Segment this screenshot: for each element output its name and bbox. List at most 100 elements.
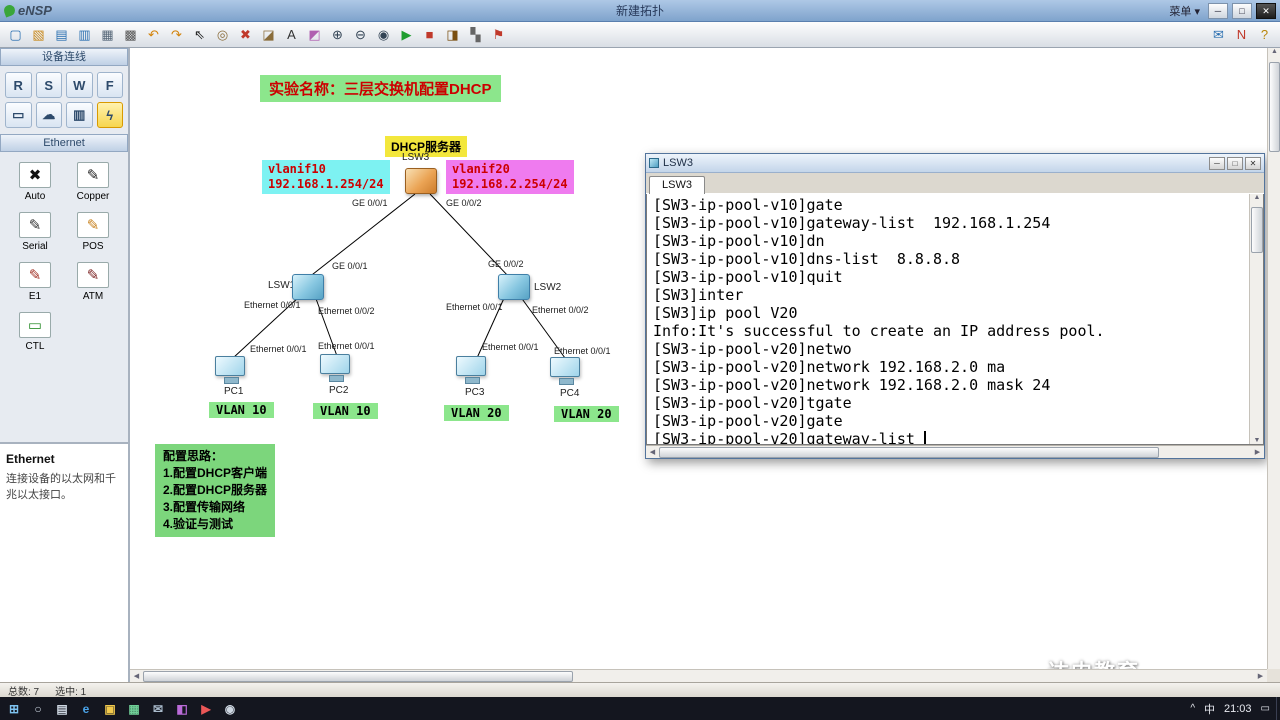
close-button[interactable]: ✕: [1256, 2, 1276, 19]
scroll-up-icon[interactable]: ▲: [1268, 48, 1280, 55]
pc3[interactable]: [456, 356, 486, 384]
save-as-icon[interactable]: ▥: [74, 24, 95, 45]
image-icon[interactable]: ◧: [170, 697, 194, 720]
pos-link[interactable]: ✎ POS: [66, 212, 120, 252]
terminal-output[interactable]: [SW3-ip-pool-v10]gate [SW3-ip-pool-v10]ga…: [646, 194, 1264, 445]
e1-link[interactable]: ✎ E1: [8, 262, 62, 302]
zoom-reset-icon[interactable]: ◉: [373, 24, 394, 45]
scrollbar-thumb[interactable]: [1269, 62, 1280, 152]
canvas-vertical-scrollbar[interactable]: ▲: [1267, 48, 1280, 669]
notification-icon[interactable]: ▭: [1261, 703, 1270, 714]
show-desktop-button[interactable]: [1276, 697, 1280, 720]
link-type-label: E1: [28, 291, 42, 302]
stop-device-icon[interactable]: ■: [419, 24, 440, 45]
pc2[interactable]: [320, 354, 350, 382]
settings-icon[interactable]: ◉: [218, 697, 242, 720]
terminal-close-button[interactable]: ✕: [1245, 156, 1261, 170]
terminal-category[interactable]: ▭: [5, 102, 32, 128]
vlan-label: VLAN 20: [554, 406, 619, 422]
maximize-button[interactable]: □: [1232, 2, 1252, 19]
scroll-right-icon[interactable]: ▶: [1254, 672, 1267, 680]
terminal-line: [SW3-ip-pool-v20]gateway-list: [653, 430, 924, 445]
store-icon[interactable]: ▦: [122, 697, 146, 720]
select-tool-icon[interactable]: ⇖: [189, 24, 210, 45]
wlan-category[interactable]: W: [66, 72, 93, 98]
clock[interactable]: 21:03: [1224, 703, 1252, 715]
save-topology-icon[interactable]: ▤: [51, 24, 72, 45]
terminal-minimize-button[interactable]: ─: [1209, 156, 1225, 170]
terminal-window-lsw3[interactable]: LSW3 ─ □ ✕ LSW3 [SW3-ip-pool-v10]gate [SW…: [645, 153, 1265, 459]
terminal-titlebar[interactable]: LSW3 ─ □ ✕: [646, 154, 1264, 173]
undo-icon[interactable]: ↶: [143, 24, 164, 45]
switch-category[interactable]: S: [35, 72, 62, 98]
help-icon[interactable]: ?: [1254, 24, 1275, 45]
device-connections-category[interactable]: ϟ: [96, 102, 123, 128]
scroll-left-icon[interactable]: ◀: [646, 448, 659, 456]
scroll-right-icon[interactable]: ▶: [1251, 448, 1264, 456]
serial-link[interactable]: ✎ Serial: [8, 212, 62, 252]
firewall-category[interactable]: F: [96, 72, 123, 98]
scrollbar-thumb[interactable]: [143, 670, 573, 682]
tray-expand-icon[interactable]: ^: [1190, 703, 1195, 714]
redo-icon[interactable]: ↷: [166, 24, 187, 45]
terminal-vertical-scrollbar[interactable]: ▲ ▼: [1249, 194, 1263, 444]
eraser-icon[interactable]: ◪: [258, 24, 279, 45]
terminal-line: [SW3-ip-pool-v20]gate: [653, 412, 843, 430]
language-indicator[interactable]: 中: [1204, 701, 1215, 717]
grid-icon[interactable]: ▚: [465, 24, 486, 45]
print-icon[interactable]: ▩: [120, 24, 141, 45]
task-view-icon[interactable]: ▤: [50, 697, 74, 720]
mail-icon[interactable]: ✉: [146, 697, 170, 720]
explorer-icon[interactable]: ▣: [98, 697, 122, 720]
vlan-label: VLAN 10: [313, 403, 378, 419]
hub-category[interactable]: ▥: [66, 102, 93, 128]
terminal-tab-lsw3[interactable]: LSW3: [649, 176, 705, 194]
terminal-title: LSW3: [663, 157, 693, 169]
router-category[interactable]: R: [5, 72, 32, 98]
news-icon[interactable]: N: [1231, 24, 1252, 45]
info-title: Ethernet: [6, 452, 55, 466]
zoom-in-icon[interactable]: ⊕: [327, 24, 348, 45]
category-icon: S: [44, 77, 54, 93]
ctl-link[interactable]: ▭ CTL: [8, 312, 62, 352]
copper-link[interactable]: ✎ Copper: [66, 162, 120, 202]
start-button[interactable]: ⊞: [2, 697, 26, 720]
switch-lsw1[interactable]: [292, 274, 324, 300]
flag-icon[interactable]: ⚑: [488, 24, 509, 45]
pc4[interactable]: [550, 357, 580, 385]
window-titlebar[interactable]: eNSP 新建拓扑 菜单 ▾ ─ □ ✕: [0, 0, 1280, 22]
main-area: 设备连线 R S W F ▭ ☁ ▥ ϟ Ethernet ✖ Auto ✎ Copper: [0, 48, 1280, 682]
delete-icon[interactable]: ✖: [235, 24, 256, 45]
info-text: 连接设备的以太网和千兆以太接口。: [6, 473, 116, 501]
menu-button[interactable]: 菜单 ▾: [1165, 2, 1204, 20]
switch-lsw2[interactable]: [498, 274, 530, 300]
text-note-icon[interactable]: A: [281, 24, 302, 45]
auto-link[interactable]: ✖ Auto: [8, 162, 62, 202]
pc1[interactable]: [215, 356, 245, 384]
open-topology-icon[interactable]: ▧: [28, 24, 49, 45]
terminal-maximize-button[interactable]: □: [1227, 156, 1243, 170]
capture-packet-icon[interactable]: ◨: [442, 24, 463, 45]
terminal-horizontal-scrollbar[interactable]: ◀ ▶: [646, 445, 1264, 458]
scroll-left-icon[interactable]: ◀: [130, 672, 143, 680]
message-icon[interactable]: ✉: [1208, 24, 1229, 45]
scrollbar-thumb[interactable]: [1251, 207, 1263, 253]
palette-icon[interactable]: ◩: [304, 24, 325, 45]
scroll-up-icon[interactable]: ▲: [1250, 194, 1263, 201]
minimize-button[interactable]: ─: [1208, 2, 1228, 19]
scroll-down-icon[interactable]: ▼: [1250, 437, 1263, 444]
zoom-out-icon[interactable]: ⊖: [350, 24, 371, 45]
media-icon[interactable]: ▶: [194, 697, 218, 720]
browser-icon[interactable]: e: [74, 697, 98, 720]
atm-link[interactable]: ✎ ATM: [66, 262, 120, 302]
topology-canvas[interactable]: 实验名称：三层交换机配置DHCP DHCP服务器 vlanif10 192.168…: [130, 48, 1280, 682]
start-device-icon[interactable]: ▶: [396, 24, 417, 45]
canvas-horizontal-scrollbar[interactable]: ◀ ▶: [130, 669, 1267, 682]
export-icon[interactable]: ▦: [97, 24, 118, 45]
new-topology-icon[interactable]: ▢: [5, 24, 26, 45]
switch-lsw3[interactable]: [405, 168, 437, 194]
scrollbar-thumb[interactable]: [659, 446, 1159, 458]
cloud-category[interactable]: ☁: [35, 102, 62, 128]
search-icon[interactable]: ○: [26, 697, 50, 720]
pan-tool-icon[interactable]: ◎: [212, 24, 233, 45]
